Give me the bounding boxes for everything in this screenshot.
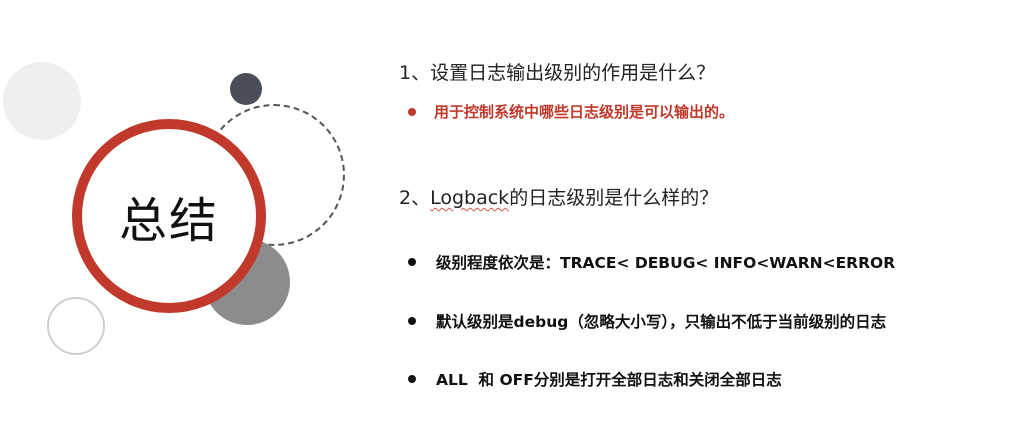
bullet-dot-icon <box>408 107 416 116</box>
bullet-dot-icon <box>408 375 416 383</box>
bullet-dot-icon <box>408 258 416 266</box>
bullet-item: ALL 和 OFF分别是打开全部日志和关闭全部日志 <box>408 368 782 390</box>
title-circle: 总结 <box>72 119 266 313</box>
question-2-suffix: 的日志级别是什么样的？ <box>509 187 719 209</box>
bullet-text: ALL 和 OFF分别是打开全部日志和关闭全部日志 <box>436 371 782 389</box>
decorative-dark-circle <box>230 73 262 105</box>
bullet-dot-icon <box>408 317 416 325</box>
question-2-logback: Logback <box>430 187 510 209</box>
bullet-text: 默认级别是debug（忽略大小写），只输出不低于当前级别的日志 <box>436 313 887 331</box>
bullet-text: 级别程度依次是：TRACE< DEBUG< INFO<WARN<ERROR <box>436 254 896 272</box>
slide-title: 总结 <box>118 193 219 249</box>
decorative-outline-circle <box>47 297 105 355</box>
question-1: 1、设置日志输出级别的作用是什么？ <box>399 62 716 84</box>
answer-1: 用于控制系统中哪些日志级别是可以输出的。 <box>408 101 734 122</box>
question-2-prefix: 2、 <box>399 187 431 209</box>
decorative-light-circle <box>3 62 81 140</box>
answer-1-text: 用于控制系统中哪些日志级别是可以输出的。 <box>434 103 735 121</box>
bullet-item: 默认级别是debug（忽略大小写），只输出不低于当前级别的日志 <box>408 310 886 332</box>
question-2: 2、Logback的日志级别是什么样的？ <box>399 183 718 210</box>
bullet-item: 级别程度依次是：TRACE< DEBUG< INFO<WARN<ERROR <box>408 251 895 273</box>
